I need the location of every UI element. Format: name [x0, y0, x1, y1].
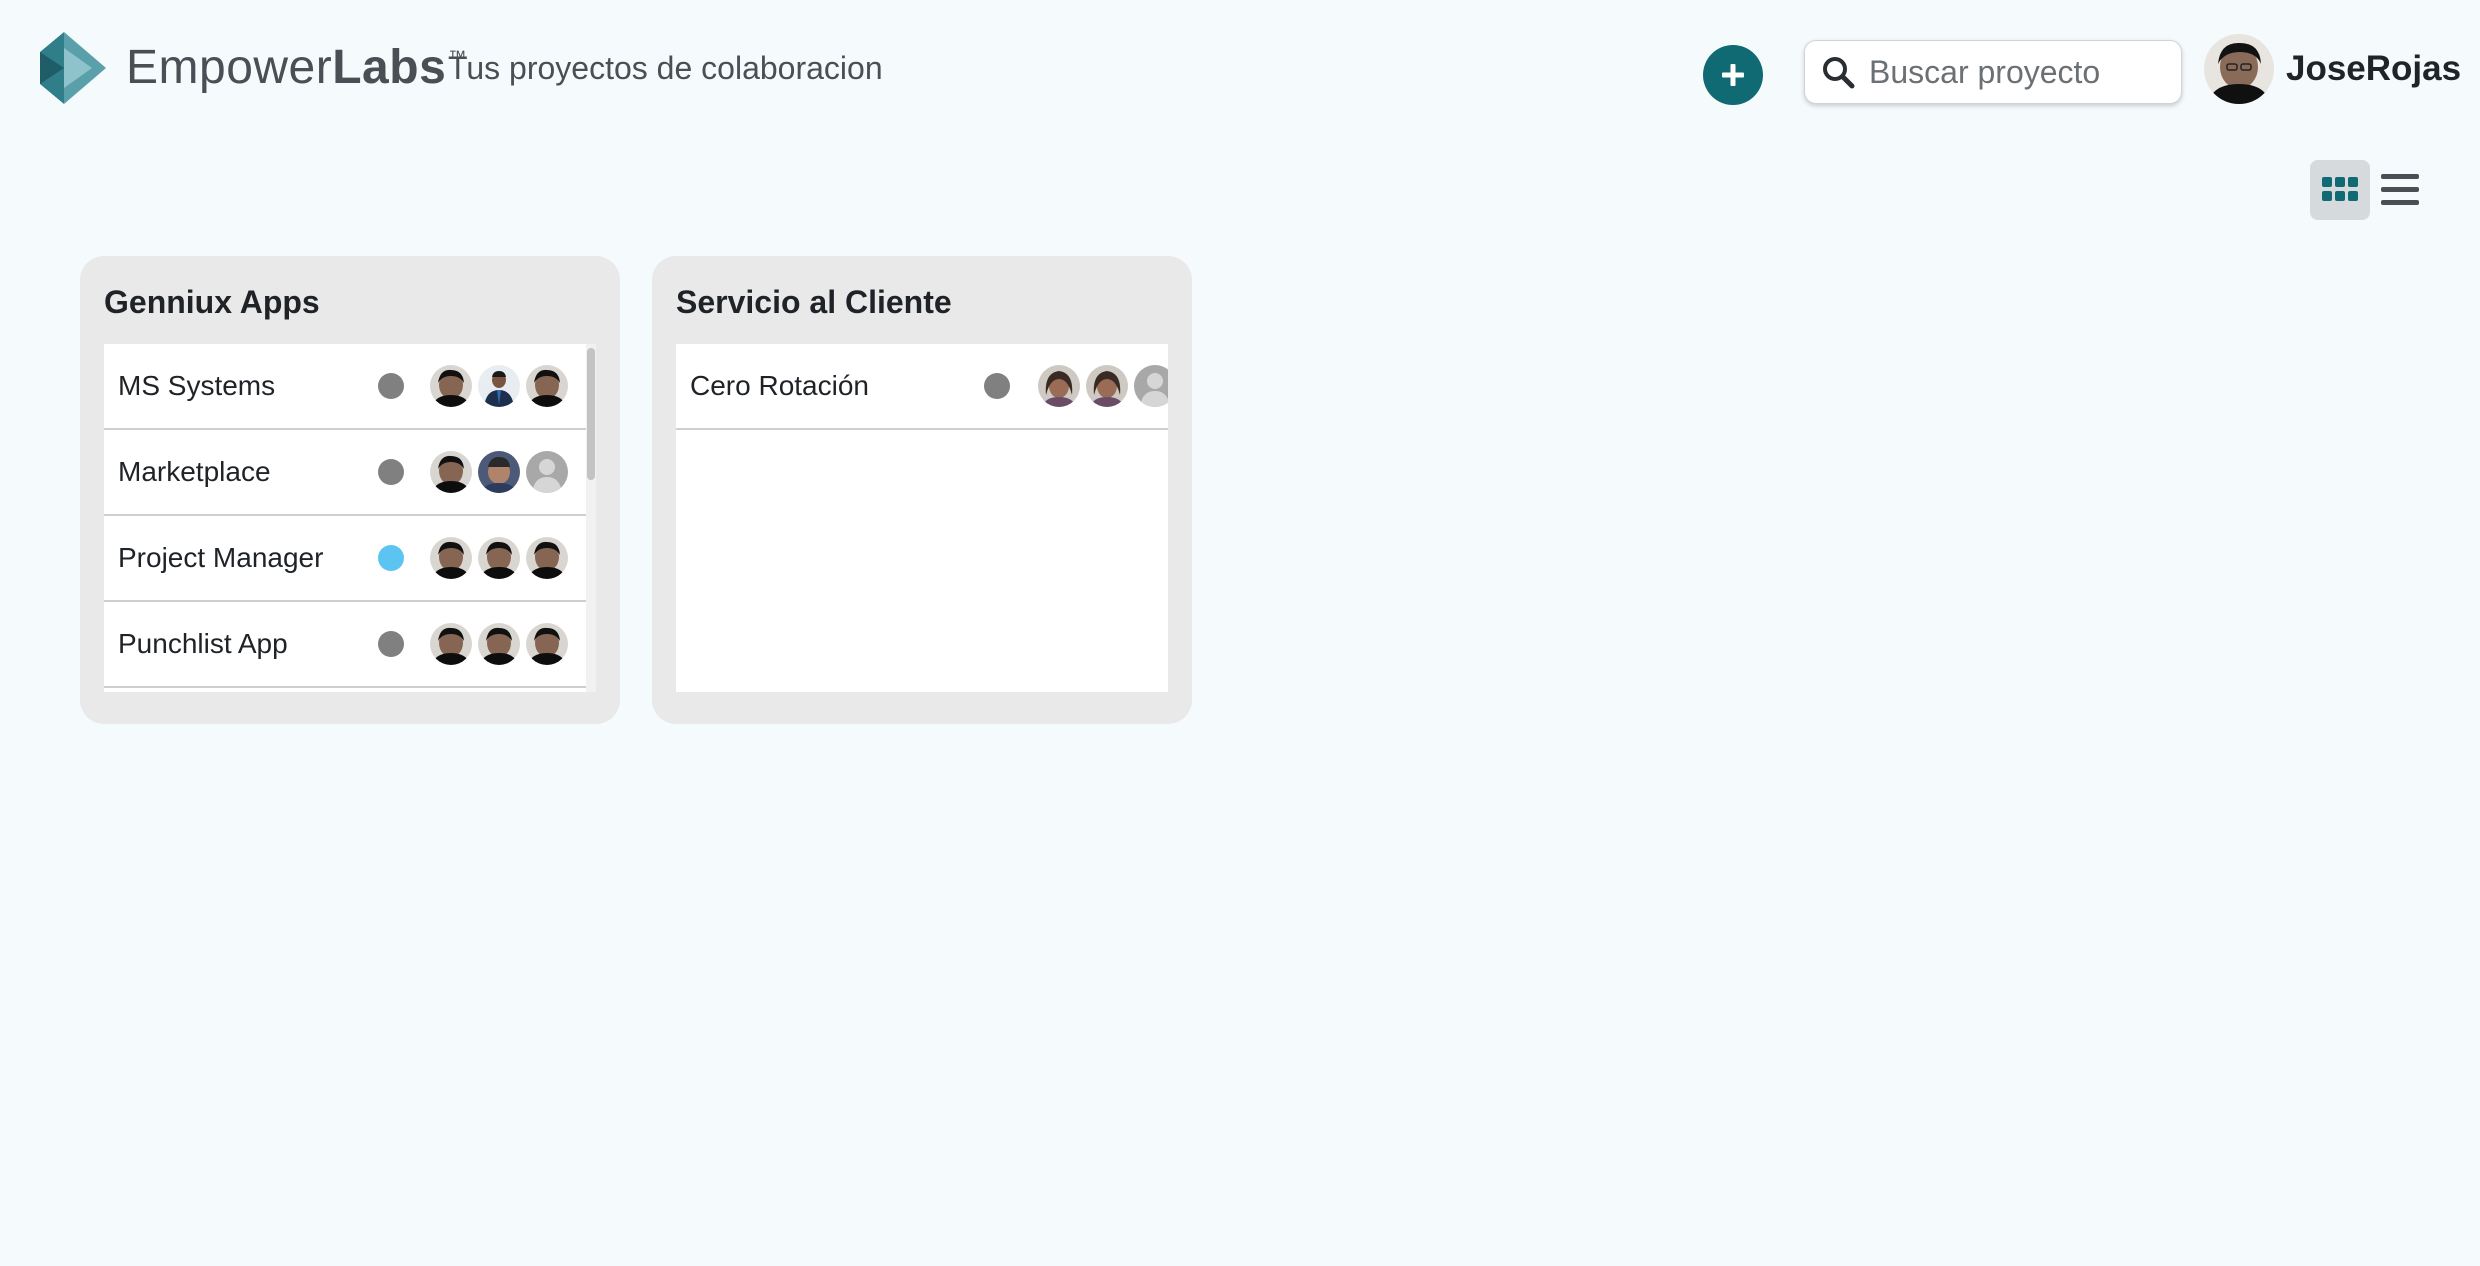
member-avatar[interactable]: [430, 623, 472, 665]
project-row[interactable]: Project Manager: [104, 516, 596, 602]
member-avatar[interactable]: [478, 365, 520, 407]
brand-part-1: Empower: [126, 41, 333, 94]
page-subtitle: Tus proyectos de colaboracion: [448, 50, 883, 86]
list-view-icon: [2381, 174, 2419, 205]
member-avatars: [430, 365, 574, 407]
member-avatar[interactable]: [526, 365, 568, 407]
member-avatar[interactable]: [1134, 365, 1168, 407]
member-avatars: [430, 451, 574, 493]
project-row[interactable]: Cero Rotación: [676, 344, 1168, 430]
username: JoseRojas: [2286, 49, 2462, 88]
search-box[interactable]: [1804, 40, 2182, 104]
member-avatar[interactable]: [478, 451, 520, 493]
member-avatar[interactable]: [526, 537, 568, 579]
brand-name: EmpowerLabs ™: [126, 44, 467, 92]
member-avatar[interactable]: [430, 365, 472, 407]
grid-view-button[interactable]: [2310, 160, 2370, 220]
board-title: Genniux Apps: [104, 284, 320, 320]
project-list: MS Systems Marketplace Project Manager P…: [104, 344, 596, 692]
app-header: EmpowerLabs ™ Tus proyectos de colaboraci…: [0, 0, 2480, 140]
status-indicator: [378, 373, 404, 399]
project-name: Cero Rotación: [690, 370, 869, 401]
status-indicator: [984, 373, 1010, 399]
member-avatars: [1038, 365, 1168, 407]
project-name: Punchlist App: [118, 628, 288, 659]
user-menu[interactable]: JoseRojas: [2204, 34, 2461, 104]
brand-part-2: Labs: [332, 41, 447, 94]
member-avatar[interactable]: [478, 537, 520, 579]
plus-icon: [1722, 64, 1744, 86]
search-input[interactable]: [1867, 52, 2171, 92]
project-row[interactable]: Marketplace: [104, 430, 596, 516]
board-title: Servicio al Cliente: [676, 284, 952, 320]
member-avatar[interactable]: [430, 451, 472, 493]
status-indicator: [378, 631, 404, 657]
scrollbar-thumb[interactable]: [587, 348, 595, 480]
member-avatar[interactable]: [478, 623, 520, 665]
project-name: MS Systems: [118, 370, 276, 401]
add-project-button[interactable]: [1703, 45, 1763, 105]
empowerlabs-logo-icon: [40, 32, 106, 104]
member-avatar[interactable]: [526, 623, 568, 665]
status-indicator: [378, 545, 404, 571]
member-avatar[interactable]: [526, 451, 568, 493]
project-row[interactable]: Punchlist App: [104, 602, 596, 688]
status-indicator: [378, 459, 404, 485]
search-icon: [1823, 57, 1855, 89]
board-servicio-al-cliente: Servicio al Cliente Cero Rotación: [652, 256, 1192, 724]
list-view-button[interactable]: [2376, 160, 2424, 220]
project-name: Marketplace: [118, 456, 271, 487]
project-name: Project Manager: [118, 542, 324, 573]
member-avatar[interactable]: [1038, 365, 1080, 407]
project-list: Cero Rotación: [676, 344, 1168, 692]
board-genniux-apps: Genniux Apps MS Systems Marketplace Proj…: [80, 256, 620, 724]
member-avatar[interactable]: [430, 537, 472, 579]
logo[interactable]: EmpowerLabs ™: [34, 30, 467, 106]
project-row[interactable]: MS Systems: [104, 344, 596, 430]
member-avatars: [430, 537, 574, 579]
user-avatar: [2204, 34, 2274, 104]
member-avatars: [430, 623, 574, 665]
grid-view-icon: [2322, 177, 2358, 201]
list-scrollbar[interactable]: [586, 344, 596, 692]
member-avatar[interactable]: [1086, 365, 1128, 407]
